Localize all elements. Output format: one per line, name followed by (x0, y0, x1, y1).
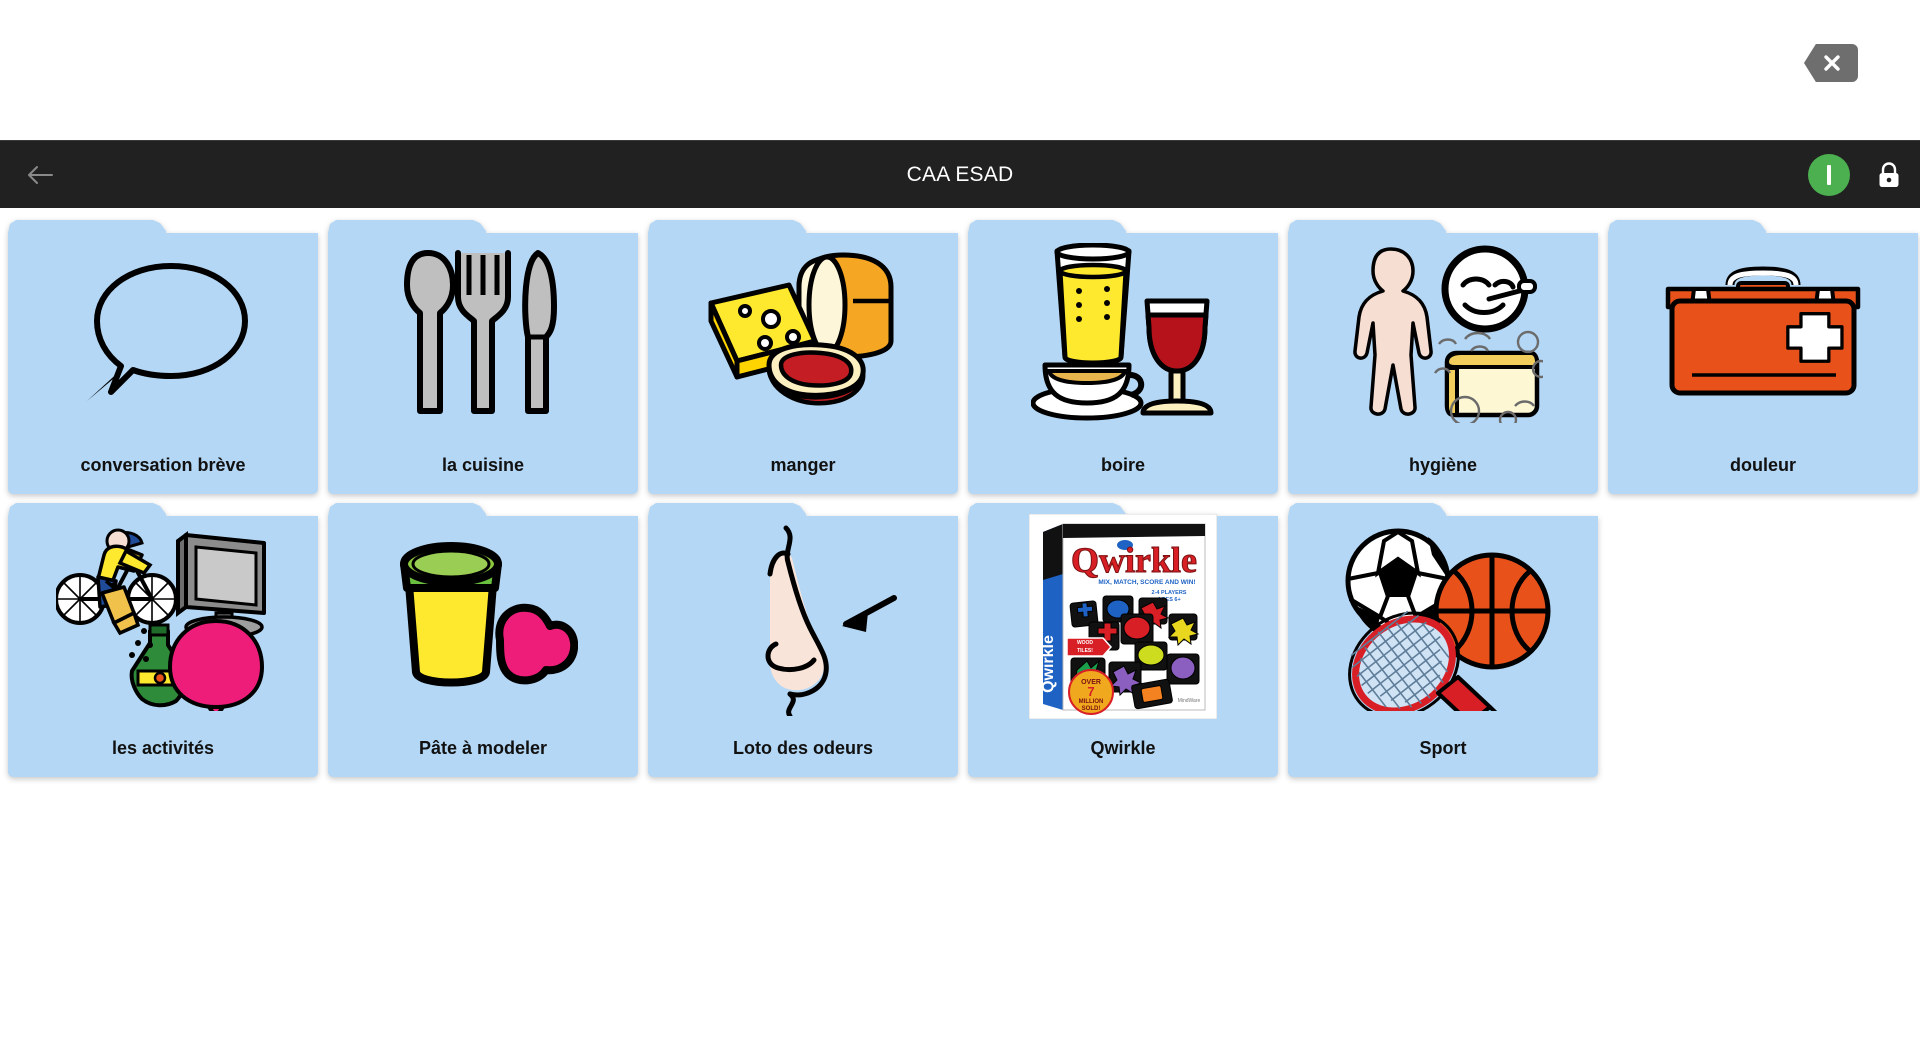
first-aid-kit-icon (1608, 235, 1918, 430)
svg-text:MIX, MATCH, SCORE AND WIN!: MIX, MATCH, SCORE AND WIN! (1098, 579, 1195, 586)
qwirkle-box-photo: Qwirkle Qwirkle MIX, MATCH, SCORE AND WI… (968, 510, 1278, 722)
header-actions: I (1808, 141, 1902, 208)
close-button[interactable] (1804, 44, 1858, 82)
folder-card-la-cuisine[interactable]: la cuisine (328, 219, 638, 494)
folder-label: manger (770, 455, 836, 475)
close-icon (1824, 55, 1840, 71)
folder-label: conversation brève (80, 455, 246, 475)
svg-text:2-4 PLAYERS: 2-4 PLAYERS (1152, 590, 1187, 596)
svg-text:7: 7 (1087, 684, 1094, 699)
modeling-clay-icon (328, 518, 638, 713)
folder-label: Qwirkle (1090, 738, 1156, 758)
folder-row: les activités Pâte à modeler Loto des od… (8, 502, 1598, 777)
folder-card-les-activites[interactable]: les activités (8, 502, 318, 777)
info-button[interactable]: I (1808, 153, 1850, 196)
svg-text:Qwirkle: Qwirkle (1071, 540, 1197, 580)
folder-row: conversation brève la cuisine manger boi… (8, 219, 1918, 494)
nose-smell-icon (648, 518, 958, 716)
speech-bubble-icon (8, 235, 318, 430)
folder-label: boire (1100, 455, 1145, 475)
folder-label: Loto des odeurs (732, 738, 873, 758)
folder-card-douleur[interactable]: douleur (1608, 219, 1918, 494)
svg-text:MILLION: MILLION (1079, 699, 1104, 705)
folder-label: la cuisine (441, 455, 525, 475)
folder-card-hygiene[interactable]: hygiène (1288, 219, 1598, 494)
page-title: CAA ESAD (906, 162, 1014, 186)
sports-balls-icon (1288, 518, 1598, 713)
back-button[interactable] (10, 141, 70, 208)
folder-label: hygiène (1408, 455, 1478, 475)
folder-board: conversation brève la cuisine manger boi… (0, 208, 1920, 1063)
folder-label: Pâte à modeler (418, 738, 548, 758)
lock-button[interactable] (1876, 160, 1902, 190)
folder-card-conversation-breve[interactable]: conversation brève (8, 219, 318, 494)
svg-text:MindWare: MindWare (1178, 698, 1201, 704)
folder-label: les activités (111, 738, 215, 758)
cutlery-icon (328, 235, 638, 430)
lock-icon (1879, 161, 1899, 187)
food-icon (648, 235, 958, 430)
app-header: CAA ESAD I (0, 140, 1920, 208)
svg-text:TILES!: TILES! (1077, 648, 1093, 654)
folder-card-pate-a-modeler[interactable]: Pâte à modeler (328, 502, 638, 777)
folder-label: douleur (1730, 455, 1796, 475)
folder-card-boire[interactable]: boire (968, 219, 1278, 494)
info-letter: I (1827, 164, 1831, 185)
hygiene-icon (1288, 235, 1598, 430)
folder-card-loto-des-odeurs[interactable]: Loto des odeurs (648, 502, 958, 777)
window-top-strip (0, 0, 1920, 140)
back-arrow-icon (28, 165, 53, 184)
svg-text:SOLD!: SOLD! (1082, 706, 1101, 712)
svg-text:WOOD: WOOD (1077, 640, 1093, 646)
folder-card-sport[interactable]: Sport (1288, 502, 1598, 777)
svg-text:Qwirkle: Qwirkle (1040, 635, 1057, 693)
activities-icon (8, 518, 318, 713)
folder-label: Sport (1419, 738, 1467, 758)
drinks-icon (968, 235, 1278, 430)
folder-card-manger[interactable]: manger (648, 219, 958, 494)
folder-card-qwirkle[interactable]: Qwirkle Qwirkle MIX, MATCH, SCORE AND WI… (968, 502, 1278, 777)
